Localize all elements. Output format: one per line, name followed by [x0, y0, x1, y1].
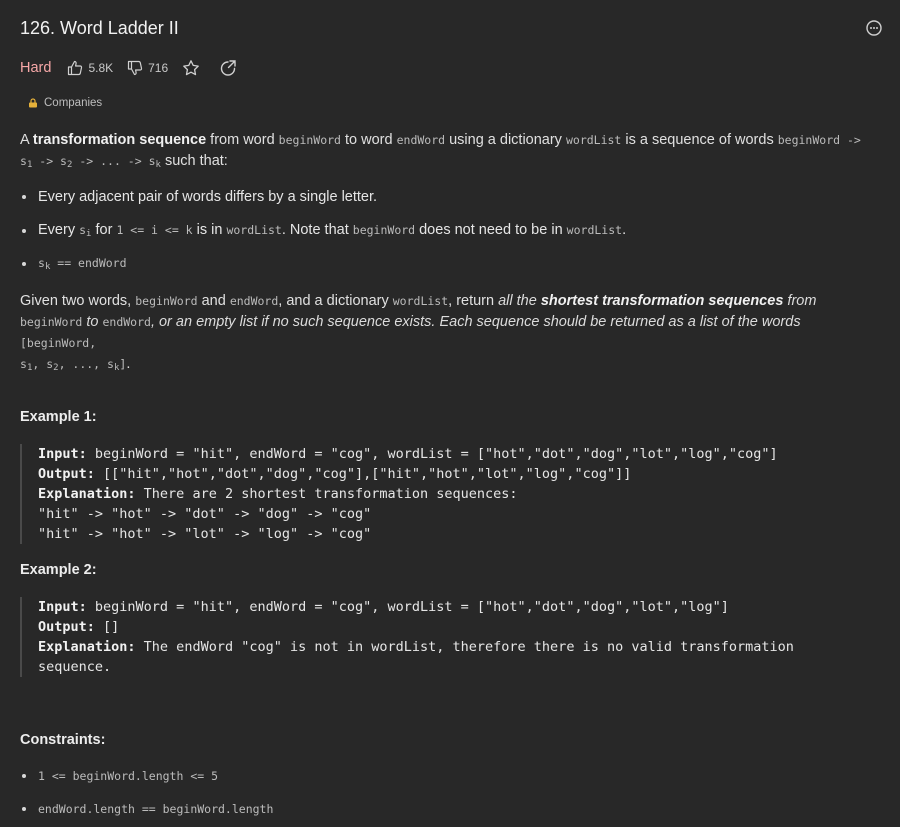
inline-code: s: [20, 154, 27, 168]
output-label: Output:: [38, 619, 95, 635]
constraint-code: 1 <= beginWord.length <= 5: [38, 769, 219, 783]
intro-text: such that:: [160, 153, 228, 169]
like-button[interactable]: 5.8K: [67, 60, 113, 76]
share-button[interactable]: [219, 59, 242, 77]
inline-code: wordList: [565, 133, 622, 147]
list-item: sk == endWord: [20, 255, 127, 272]
bullet: [22, 228, 26, 233]
companies-label: Companies: [44, 97, 103, 109]
list-item-text: Every: [38, 222, 80, 238]
lock-icon: [29, 98, 37, 108]
example-2-block: Input: beginWord = "hit", endWord = "cog…: [20, 597, 794, 677]
inline-code: [beginWord,: [20, 336, 97, 350]
list-item-text: for: [91, 222, 117, 238]
input-value: beginWord = "hit", endWord = "cog", word…: [86, 446, 778, 462]
given-italic: to: [82, 314, 103, 330]
favorite-button[interactable]: [182, 59, 205, 77]
given-italic: from: [783, 293, 817, 309]
inline-code: s: [38, 256, 45, 270]
bullet: [22, 807, 26, 811]
constraint-item: endWord.length == beginWord.length: [20, 802, 273, 816]
like-count: 5.8K: [88, 61, 114, 75]
inline-code: beginWord: [352, 223, 416, 237]
input-value: beginWord = "hit", endWord = "cog", word…: [86, 599, 729, 615]
difficulty-badge: Hard: [20, 60, 52, 76]
inline-code: beginWord: [135, 294, 198, 308]
inline-code: beginWord: [278, 133, 341, 147]
share-icon: [220, 60, 236, 76]
list-item: Every adjacent pair of words differs by …: [20, 189, 377, 205]
output-value: [["hit","hot","dot","dog","cog"],["hit",…: [94, 466, 632, 482]
intro-bold: transformation sequence: [32, 132, 207, 148]
given-bold-italic: shortest transformation sequences: [540, 293, 784, 309]
input-label: Input:: [38, 599, 87, 615]
given-italic: , or an empty list if no such sequence e…: [150, 314, 801, 330]
star-icon: [183, 60, 200, 76]
list-item-text: . Note that: [281, 222, 353, 238]
intro-text: is a sequence of words: [621, 132, 778, 148]
intro-text: A: [20, 132, 33, 148]
intro-text: using a dictionary: [445, 132, 566, 148]
explanation-text: The endWord "cog" is not in wordList, th…: [135, 639, 794, 655]
inline-code: -> ... -> s: [72, 154, 156, 168]
example-1-heading: Example 1:: [20, 409, 97, 425]
dislike-button[interactable]: 716: [127, 60, 168, 76]
inline-code: s: [79, 223, 87, 237]
given-text: and: [197, 293, 230, 309]
explanation-text: There are 2 shortest transformation sequ…: [135, 486, 518, 502]
constraint-item: 1 <= beginWord.length <= 5: [20, 769, 218, 783]
inline-code: beginWord ->: [777, 133, 861, 147]
thumbs-up-icon: [68, 60, 83, 76]
inline-code: wordList: [566, 223, 623, 237]
problem-meta-bar: Hard 5.8K 716: [20, 57, 256, 79]
bullet: [22, 774, 26, 778]
bullet: [22, 195, 26, 199]
constraints-heading: Constraints:: [20, 732, 106, 748]
dislike-count: 716: [148, 61, 169, 75]
intro-text: from word: [206, 132, 279, 148]
inline-code: s: [20, 357, 27, 371]
list-item-text: Every adjacent pair of words differs by …: [38, 189, 378, 205]
inline-code: wordList: [392, 294, 449, 308]
explanation-label: Explanation:: [38, 486, 136, 502]
intro-paragraph: A transformation sequence from word begi…: [20, 130, 880, 176]
example-2-heading: Example 2:: [20, 562, 97, 578]
inline-code: 1 <= i <= k: [116, 223, 193, 237]
thumbs-down-icon: [128, 60, 143, 76]
inline-code: endWord: [229, 294, 279, 308]
list-item: Every si for 1 <= i <= k is in wordList.…: [20, 222, 626, 239]
inline-code: endWord: [102, 315, 151, 329]
inline-code: -> s: [32, 154, 67, 168]
input-label: Input:: [38, 446, 87, 462]
inline-code: , s: [32, 357, 54, 371]
bullet: [22, 261, 26, 266]
problem-title: 126. Word Ladder II: [20, 18, 179, 38]
inline-code: == endWord: [50, 256, 127, 270]
inline-code: , ..., s: [58, 357, 114, 371]
inline-code: wordList: [226, 223, 282, 237]
list-item-text: is in: [192, 222, 227, 238]
given-text: , return: [448, 293, 499, 309]
explanation-line: "hit" -> "hot" -> "dot" -> "dog" -> "cog…: [38, 506, 372, 522]
inline-code: endWord: [396, 133, 446, 147]
intro-text: to word: [340, 132, 397, 148]
output-label: Output:: [38, 466, 95, 482]
given-italic: all the: [498, 293, 541, 309]
list-item-text: .: [622, 222, 627, 238]
list-item-text: does not need to be in: [415, 222, 567, 238]
given-text: , and a dictionary: [278, 293, 393, 309]
given-text: .: [126, 356, 131, 372]
constraint-code: endWord.length == beginWord.length: [38, 802, 274, 816]
explanation-line: "hit" -> "hot" -> "lot" -> "log" -> "cog…: [38, 526, 372, 542]
explanation-line: sequence.: [38, 659, 112, 675]
companies-tag[interactable]: Companies: [20, 93, 110, 113]
explanation-label: Explanation:: [38, 639, 136, 655]
given-text: Given two words,: [20, 293, 136, 309]
more-options-icon[interactable]: [866, 20, 882, 36]
given-paragraph: Given two words, beginWord and endWord, …: [20, 291, 880, 379]
inline-code: beginWord: [20, 315, 83, 329]
output-value: []: [94, 619, 120, 635]
example-1-block: Input: beginWord = "hit", endWord = "cog…: [20, 444, 778, 544]
